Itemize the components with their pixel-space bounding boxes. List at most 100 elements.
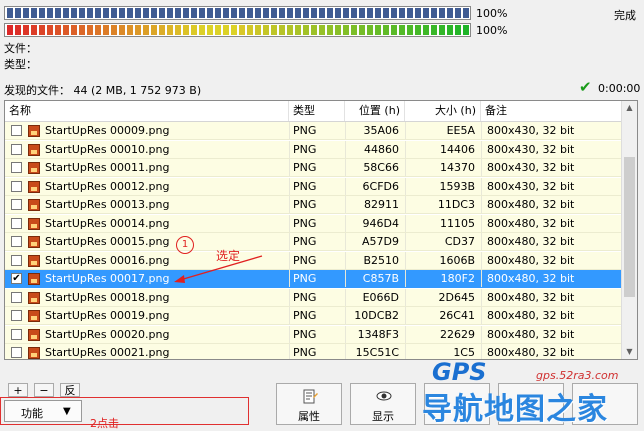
column-divider (289, 159, 290, 176)
table-row[interactable]: StartUpRes 00016.png PNG B2510 1606B 800x480… (5, 251, 621, 270)
row-checkbox[interactable] (11, 199, 22, 210)
file-table[interactable]: 名称 类型 位置 (h) 大小 (h) 备注 StartUpRes 00009.… (4, 100, 638, 360)
progress-segment (391, 25, 397, 35)
column-divider (289, 122, 290, 139)
progress-segment (295, 25, 301, 35)
table-row[interactable]: StartUpRes 00020.png PNG 1348F3 22629 800x48… (5, 325, 621, 344)
add-button[interactable]: + (8, 383, 28, 397)
progress-segment (135, 25, 141, 35)
table-row[interactable]: StartUpRes 00012.png PNG 6CFD6 1593B 800x430… (5, 177, 621, 196)
table-row[interactable]: StartUpRes 00021.png PNG 15C51C 1C5 800x480,… (5, 344, 621, 359)
progress-segment (175, 25, 181, 35)
cell-name: StartUpRes 00014.png (45, 216, 170, 230)
row-checkbox[interactable] (11, 310, 22, 321)
cell-type: PNG (293, 253, 317, 267)
column-divider (481, 233, 482, 250)
progress-segment (175, 8, 181, 18)
progress-segment (287, 8, 293, 18)
row-checkbox[interactable] (11, 180, 22, 192)
row-checkbox[interactable] (11, 347, 22, 358)
show-button[interactable]: 显示 (350, 383, 416, 425)
progress-segment (367, 8, 373, 18)
scroll-down-arrow-icon[interactable]: ▼ (622, 345, 637, 359)
column-divider (405, 344, 406, 359)
watermark-url: gps.52ra3.com (536, 369, 619, 382)
progress-segment (303, 25, 309, 35)
progress-segment (7, 8, 13, 18)
column-divider (405, 325, 406, 343)
remove-button[interactable]: − (34, 383, 54, 397)
table-row[interactable]: ✔ StartUpRes 00017.png PNG C857B 180F2 800x48… (5, 270, 621, 288)
progress-segment (223, 8, 229, 18)
table-row[interactable]: StartUpRes 00018.png PNG E066D 2D645 800x480… (5, 288, 621, 307)
progress-segment (255, 8, 261, 18)
row-checkbox[interactable] (11, 236, 22, 247)
column-header-name[interactable]: 名称 (5, 101, 289, 121)
column-divider (481, 288, 482, 306)
properties-button[interactable]: 属性 (276, 383, 342, 425)
column-divider (345, 177, 346, 195)
elapsed-timer: 0:00:00 (598, 82, 641, 95)
table-row[interactable]: StartUpRes 00019.png PNG 10DCB2 26C41 800x48… (5, 307, 621, 325)
column-divider (345, 288, 346, 306)
progress-segment (31, 25, 37, 35)
column-header-note[interactable]: 备注 (481, 101, 621, 121)
progress-segment (351, 8, 357, 18)
invert-selection-button[interactable]: 反 (60, 383, 80, 397)
column-divider (289, 344, 290, 359)
row-checkbox[interactable] (11, 291, 22, 303)
progress-segment (143, 8, 149, 18)
progress-segment (295, 8, 301, 18)
row-checkbox[interactable] (11, 143, 22, 155)
progress-segment (431, 25, 437, 35)
png-file-icon (28, 125, 40, 137)
properties-icon (303, 389, 318, 404)
row-checkbox[interactable] (11, 162, 22, 173)
row-checkbox[interactable] (11, 254, 22, 266)
progress-segment (359, 25, 365, 35)
progress-segment (183, 25, 189, 35)
table-row[interactable]: StartUpRes 00009.png PNG 35A06 EE5A 800x430,… (5, 122, 621, 140)
table-row[interactable]: StartUpRes 00014.png PNG 946D4 11105 800x480… (5, 214, 621, 233)
progress-segment (439, 25, 445, 35)
cell-size: 11105 (440, 216, 475, 230)
column-divider (405, 288, 406, 306)
table-row[interactable]: StartUpRes 00010.png PNG 44860 14406 800x430… (5, 140, 621, 159)
column-divider (289, 140, 290, 158)
row-checkbox[interactable] (11, 328, 22, 340)
column-header-size[interactable]: 大小 (h) (405, 101, 481, 121)
cell-position: 44860 (364, 142, 399, 156)
column-divider (289, 307, 290, 324)
cell-note: 800x430, 32 bit (487, 179, 575, 193)
progress-segment (7, 25, 13, 35)
row-checkbox[interactable] (11, 217, 22, 229)
png-file-icon (28, 310, 40, 322)
cell-position: 946D4 (362, 216, 399, 230)
progress-segment (359, 8, 365, 18)
png-file-icon (28, 180, 40, 193)
table-row[interactable]: StartUpRes 00011.png PNG 58C66 14370 800x430… (5, 159, 621, 177)
progress-segment (95, 25, 101, 35)
progress-segment (207, 8, 213, 18)
progress-segment (247, 8, 253, 18)
column-divider (289, 288, 290, 306)
row-checkbox[interactable]: ✔ (11, 273, 22, 284)
function-menu-button[interactable]: 功能 ▼ (4, 400, 82, 422)
vertical-scrollbar[interactable]: ▲ ▼ (621, 101, 637, 359)
progress-segment (15, 25, 21, 35)
scrollbar-thumb[interactable] (624, 157, 635, 297)
progress-segment (407, 8, 413, 18)
progress-segment (279, 8, 285, 18)
table-row[interactable]: StartUpRes 00015.png PNG A57D9 CD37 800x480,… (5, 233, 621, 251)
status-label: 完成 (614, 9, 636, 22)
table-row[interactable]: StartUpRes 00013.png PNG 82911 11DC3 800x480… (5, 196, 621, 214)
cell-type: PNG (293, 272, 317, 285)
column-header-type[interactable]: 类型 (289, 101, 345, 121)
cell-position: 1348F3 (357, 327, 399, 341)
cell-name: StartUpRes 00018.png (45, 290, 170, 304)
scroll-up-arrow-icon[interactable]: ▲ (622, 101, 637, 115)
row-checkbox[interactable] (11, 125, 22, 136)
column-divider (405, 307, 406, 324)
progress-segment (103, 25, 109, 35)
column-header-position[interactable]: 位置 (h) (345, 101, 405, 121)
